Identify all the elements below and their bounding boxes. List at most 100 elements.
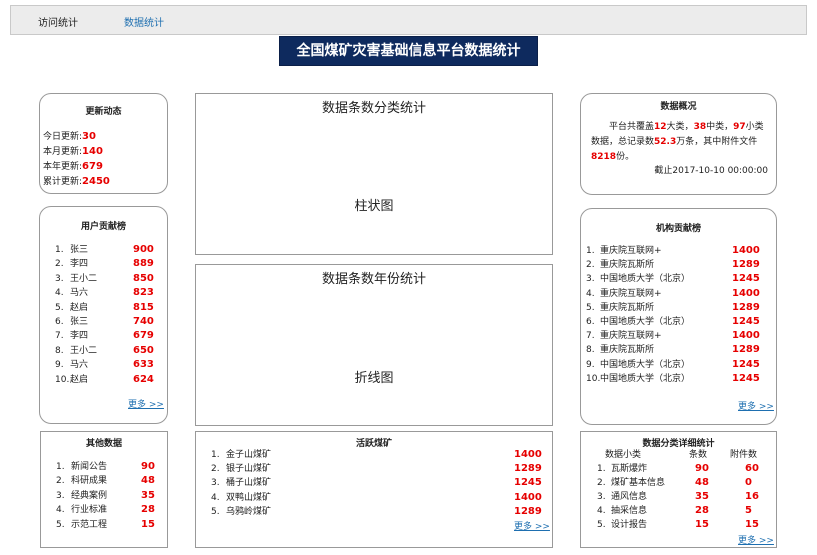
item-name: 张三	[70, 316, 89, 327]
list-item: 1. 张三 900	[55, 243, 163, 257]
list-item: 9. 中国地质大学（北京） 1245	[586, 358, 772, 372]
item-name: 乌鸦岭煤矿	[226, 506, 272, 517]
user-contrib-list: 1. 张三 900 2. 李四 889 3. 王小二 850 4. 马六 823 5. 赵启 815 6. 张三…	[55, 243, 163, 387]
rank-number: 9.	[586, 359, 595, 370]
attachment-count: 5	[745, 505, 752, 516]
list-item: 2. 重庆院瓦斯所 1289	[586, 258, 772, 272]
user-contrib-more-link[interactable]: 更多 >>	[128, 397, 164, 410]
item-name: 示范工程	[71, 519, 108, 530]
list-item: 5. 赵启 815	[55, 301, 163, 315]
item-name: 重庆院瓦斯所	[600, 302, 655, 313]
rank-number: 10.	[55, 374, 70, 385]
item-name: 马六	[70, 360, 89, 371]
rank-number: 5.	[55, 302, 64, 313]
rank-number: 2.	[56, 476, 65, 487]
rank-number: 4.	[55, 288, 64, 299]
rank-number: 8.	[55, 345, 64, 356]
item-value: 90	[141, 461, 155, 472]
item-name: 张三	[70, 245, 89, 255]
active-mines-more-link[interactable]: 更多 >>	[514, 519, 550, 532]
record-count: 90	[695, 463, 709, 474]
rank-number: 2.	[55, 259, 64, 270]
list-item: 8. 重庆院瓦斯所 1289	[586, 343, 772, 357]
item-name: 王小二	[70, 345, 98, 356]
tab-visit-stats[interactable]: 访问统计	[38, 14, 78, 29]
tab-data-stats[interactable]: 数据统计	[124, 14, 164, 29]
item-value: 1289	[732, 301, 760, 313]
row-number: 3.	[597, 492, 606, 502]
rank-number: 3.	[56, 490, 65, 501]
item-name: 李四	[70, 331, 89, 342]
rank-number: 3.	[55, 273, 64, 284]
item-name: 重庆院互联网+	[600, 331, 662, 342]
list-item: 4. 重庆院互联网+ 1400	[586, 287, 772, 301]
category-detail-panel: 数据分类详细统计 数据小类 条数 附件数 1. 瓦斯爆炸 90 60 2. 煤矿基本信息 4…	[580, 431, 777, 548]
attachment-count: 16	[745, 491, 759, 502]
row-number: 1.	[597, 464, 606, 474]
tab-bar: 访问统计 数据统计	[10, 5, 807, 35]
update-month: 本月更新:140	[43, 146, 103, 157]
list-item: 2. 银子山煤矿 1289	[211, 462, 542, 476]
rank-number: 10.	[586, 373, 601, 384]
item-value: 1400	[514, 491, 542, 503]
year-chart-panel: 数据条数年份统计 折线图	[195, 264, 553, 426]
update-value: 30	[82, 131, 96, 142]
attachment-count: 15	[745, 519, 759, 530]
item-value: 624	[133, 373, 154, 385]
item-name: 重庆院瓦斯所	[600, 345, 655, 356]
active-mines-list: 1. 金子山煤矿 1400 2. 银子山煤矿 1289 3. 桶子山煤矿 1245 4. 双鸭山煤矿…	[211, 448, 542, 519]
category-name: 设计报告	[611, 520, 648, 530]
row-number: 2.	[597, 478, 606, 488]
rank-number: 4.	[56, 505, 65, 516]
item-name: 新闻公告	[71, 462, 108, 472]
list-item: 1. 新闻公告 90	[56, 460, 164, 474]
table-row: 5. 设计报告 15 15	[581, 518, 776, 532]
item-name: 行业标准	[71, 505, 108, 516]
rank-number: 4.	[586, 288, 595, 299]
line-chart-placeholder: 折线图	[354, 371, 394, 386]
list-item: 8. 王小二 650	[55, 344, 163, 358]
category-detail-more-link[interactable]: 更多 >>	[738, 533, 774, 546]
list-item: 3. 中国地质大学（北京） 1245	[586, 272, 772, 286]
category-name: 煤矿基本信息	[611, 478, 666, 488]
rank-number: 6.	[55, 316, 64, 327]
list-item: 6. 中国地质大学（北京） 1245	[586, 315, 772, 329]
rank-number: 7.	[586, 331, 595, 342]
overview-text: 平台共覆盖12大类，38中类，97小类数据，总记录数52.3万条，其中附件文件8…	[591, 122, 764, 162]
item-value: 679	[133, 330, 154, 342]
category-detail-table: 数据小类 条数 附件数 1. 瓦斯爆炸 90 60 2. 煤矿基本信息 48 0 3. 通风信息 3…	[581, 448, 776, 532]
list-item: 5. 乌鸦岭煤矿 1289	[211, 505, 542, 519]
rank-number: 1.	[55, 245, 64, 255]
org-contrib-more-link[interactable]: 更多 >>	[738, 399, 774, 412]
rank-number: 5.	[211, 506, 220, 517]
item-name: 金子山煤矿	[226, 450, 272, 460]
item-value: 823	[133, 287, 154, 299]
update-panel-title: 更新动态	[85, 107, 122, 117]
list-item: 4. 马六 823	[55, 286, 163, 300]
record-count: 15	[695, 519, 709, 530]
item-name: 重庆院互联网+	[600, 288, 662, 299]
item-value: 1245	[732, 315, 760, 327]
item-name: 中国地质大学（北京）	[600, 316, 691, 327]
item-value: 1245	[514, 477, 542, 489]
item-value: 633	[133, 359, 154, 371]
item-name: 中国地质大学（北京）	[600, 373, 691, 384]
item-name: 科研成果	[71, 476, 108, 487]
item-name: 赵启	[70, 302, 89, 313]
item-value: 889	[133, 258, 154, 270]
item-value: 1400	[732, 287, 760, 299]
year-chart-title: 数据条数年份统计	[321, 272, 426, 287]
update-value: 2450	[82, 176, 110, 187]
rank-number: 7.	[55, 331, 64, 342]
row-number: 4.	[597, 506, 606, 516]
category-name: 通风信息	[611, 492, 648, 502]
other-data-title: 其他数据	[85, 439, 122, 449]
item-name: 赵启	[70, 374, 89, 385]
record-count: 35	[695, 491, 709, 502]
item-name: 银子山煤矿	[226, 464, 272, 475]
list-item: 7. 李四 679	[55, 329, 163, 343]
list-item: 4. 行业标准 28	[56, 503, 164, 517]
item-name: 重庆院互联网+	[600, 246, 662, 256]
update-panel: 更新动态 今日更新:30 本月更新:140 本年更新:679 累计更新:2450	[39, 93, 168, 194]
row-number: 5.	[597, 520, 606, 530]
